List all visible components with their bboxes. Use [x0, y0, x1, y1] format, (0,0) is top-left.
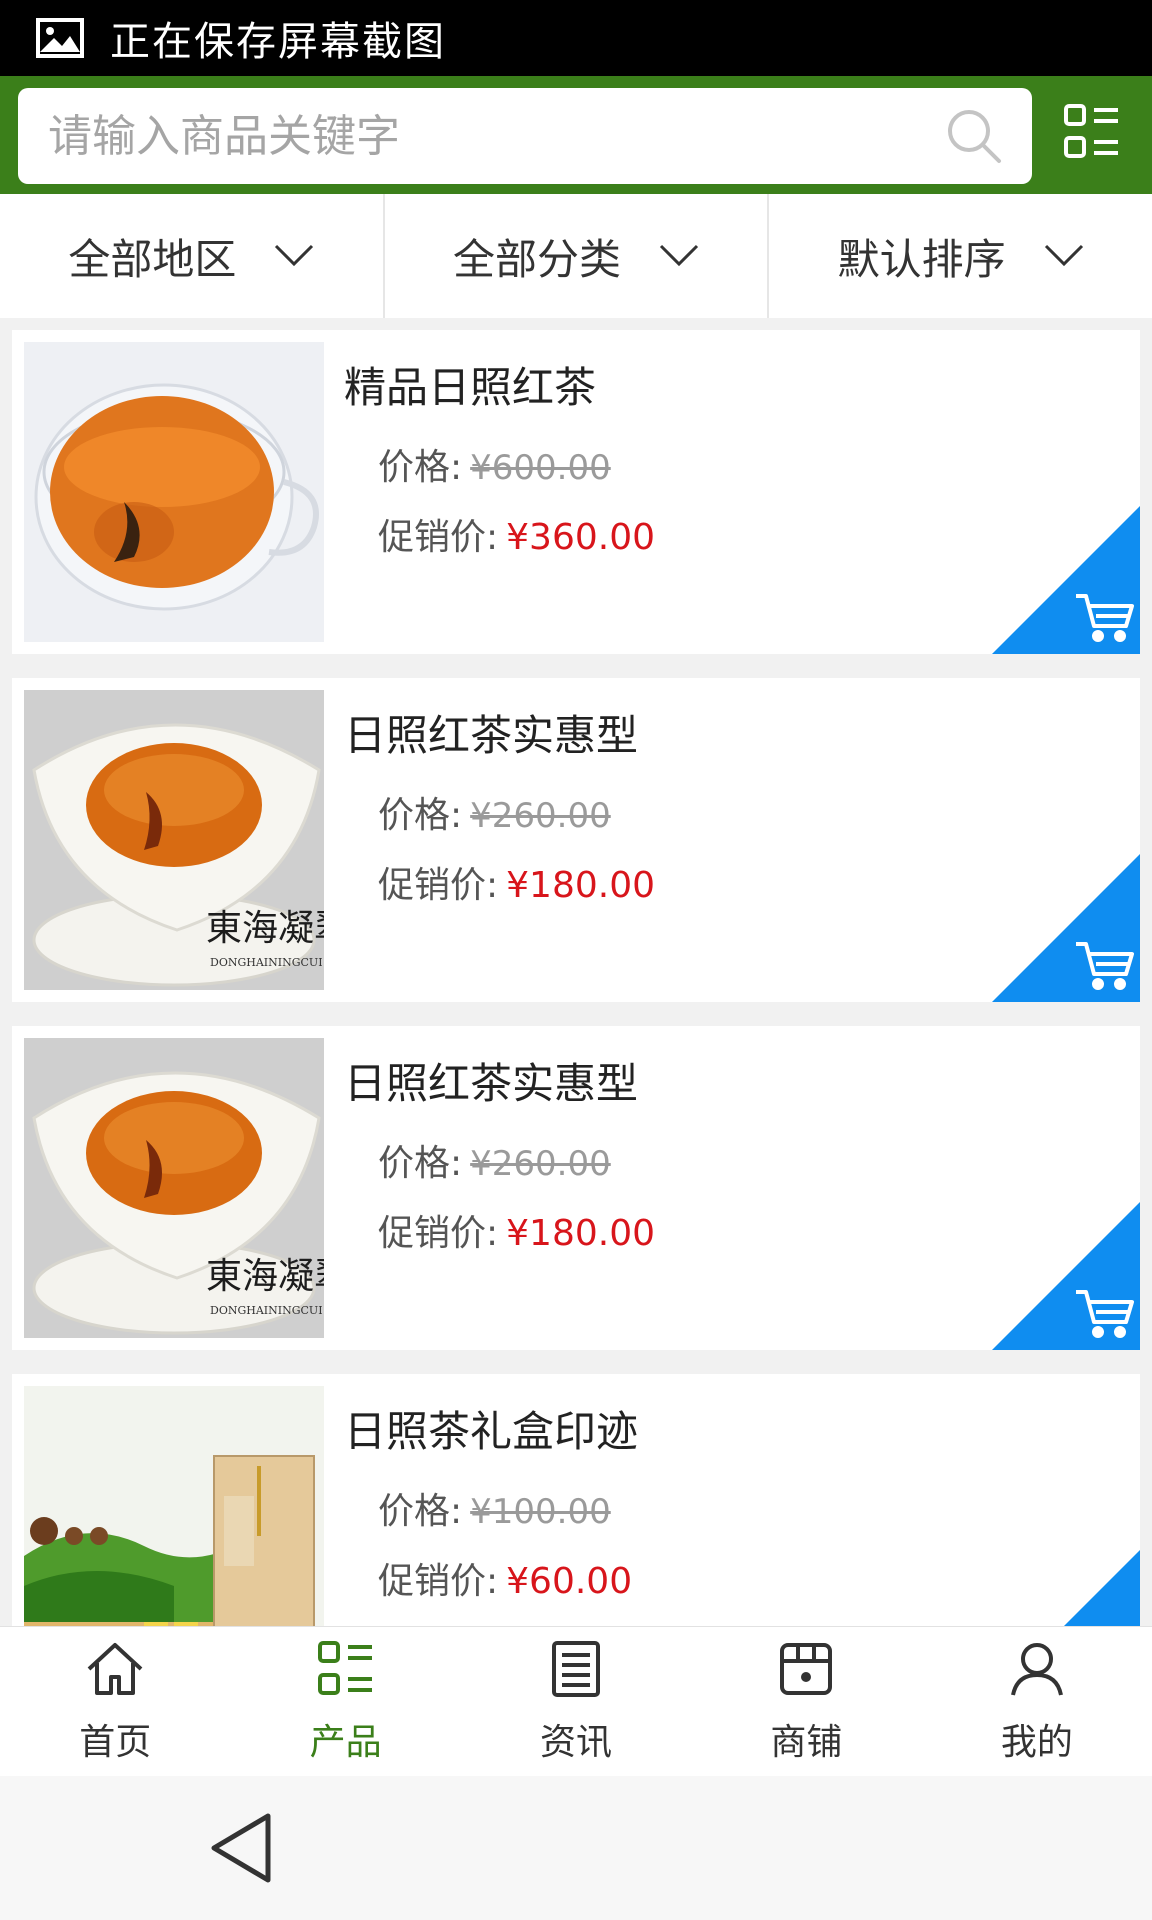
- product-card[interactable]: 日照茶礼盒印迹 价格: ¥100.00 促销价: ¥60.00: [12, 1374, 1140, 1626]
- promo-label: 促销价:: [378, 865, 499, 906]
- original-price: ¥260.00: [470, 796, 611, 836]
- product-title[interactable]: 日照红茶实惠型: [344, 702, 638, 763]
- tab-label: 产品: [309, 1721, 382, 1763]
- price-label: 价格:: [378, 1491, 463, 1532]
- product-title[interactable]: 日照茶礼盒印迹: [344, 1398, 638, 1459]
- add-to-cart-button[interactable]: [992, 1550, 1140, 1626]
- shop-icon: [780, 1642, 833, 1695]
- tab-home[interactable]: 首页: [0, 1627, 230, 1776]
- product-card[interactable]: 精品日照红茶 价格: ¥600.00 促销价: ¥360.00: [12, 330, 1140, 654]
- home-icon: [87, 1642, 143, 1695]
- promo-line: 促销价: ¥60.00: [378, 1552, 632, 1604]
- tab-news[interactable]: 资讯: [461, 1627, 691, 1776]
- price-label: 价格:: [378, 1143, 463, 1184]
- tab-products[interactable]: 产品: [230, 1627, 460, 1776]
- filter-bar: 全部地区 全部分类 默认排序: [0, 194, 1152, 318]
- news-icon: [552, 1640, 601, 1697]
- product-card[interactable]: 東海凝翠 DONGHAININGCUI 日照红茶实惠型 价格: ¥260.00 …: [12, 1026, 1140, 1350]
- product-image-gaiwan[interactable]: 東海凝翠 DONGHAININGCUI: [24, 1038, 324, 1338]
- product-card[interactable]: 東海凝翠 DONGHAININGCUI 日照红茶实惠型 价格: ¥260.00 …: [12, 678, 1140, 1002]
- chevron-down-icon: [659, 244, 699, 267]
- image-icon: [36, 18, 84, 58]
- grid-list-icon[interactable]: [1062, 102, 1122, 162]
- promo-label: 促销价:: [378, 1213, 499, 1254]
- search-icon[interactable]: [944, 106, 1004, 166]
- price-label: 价格:: [378, 447, 463, 488]
- filter-category[interactable]: 全部分类: [382, 194, 768, 318]
- search-input[interactable]: [48, 110, 928, 162]
- product-image-gaiwan[interactable]: 東海凝翠 DONGHAININGCUI: [24, 690, 324, 990]
- price-line: 价格: ¥100.00: [378, 1482, 611, 1534]
- tab-label: 我的: [1000, 1721, 1073, 1763]
- tab-me[interactable]: 我的: [922, 1627, 1152, 1776]
- chevron-down-icon: [1044, 244, 1083, 267]
- system-nav-bar: [0, 1776, 1152, 1920]
- product-list: 精品日照红茶 价格: ¥600.00 促销价: ¥360.00 東海凝 DONG…: [0, 318, 1152, 1626]
- filter-region[interactable]: 全部地区: [0, 194, 383, 318]
- tab-label: 首页: [79, 1721, 152, 1763]
- search-box[interactable]: [18, 88, 1032, 184]
- user-icon: [1010, 1642, 1063, 1695]
- brand-watermark: 東海凝翠: [206, 908, 324, 949]
- add-to-cart-button[interactable]: [992, 1202, 1140, 1350]
- brand-subtext: DONGHAININGCUI: [210, 956, 323, 969]
- filter-label: 默认排序: [837, 234, 1006, 284]
- product-image-gift-box[interactable]: [24, 1386, 324, 1626]
- tab-label: 资讯: [540, 1721, 613, 1763]
- brand-watermark: 東海凝翠: [206, 1256, 324, 1297]
- original-price: ¥100.00: [470, 1492, 611, 1532]
- promo-price: ¥180.00: [506, 865, 656, 906]
- original-price: ¥260.00: [470, 1144, 611, 1184]
- product-title[interactable]: 日照红茶实惠型: [344, 1050, 638, 1111]
- promo-line: 促销价: ¥180.00: [378, 856, 655, 908]
- add-to-cart-button[interactable]: [992, 854, 1140, 1002]
- product-image-glass-cup[interactable]: [24, 342, 324, 642]
- promo-price: ¥360.00: [506, 517, 656, 558]
- promo-label: 促销价:: [378, 1561, 499, 1602]
- status-bar: 正在保存屏幕截图: [0, 0, 1152, 76]
- status-text: 正在保存屏幕截图: [110, 19, 446, 65]
- filter-label: 全部分类: [453, 234, 622, 284]
- back-triangle-icon[interactable]: [206, 1810, 276, 1886]
- search-header: [0, 76, 1152, 194]
- tab-label: 商铺: [770, 1721, 843, 1763]
- bottom-tab-bar: 首页 产品 资讯 商铺 我的: [0, 1626, 1152, 1776]
- price-line: 价格: ¥600.00: [378, 438, 611, 490]
- tab-shops[interactable]: 商铺: [691, 1627, 921, 1776]
- original-price: ¥600.00: [470, 448, 611, 488]
- filter-sort[interactable]: 默认排序: [767, 194, 1152, 318]
- chevron-down-icon: [275, 244, 314, 267]
- filter-label: 全部地区: [68, 234, 237, 284]
- brand-subtext: DONGHAININGCUI: [210, 1304, 323, 1317]
- price-line: 价格: ¥260.00: [378, 1134, 611, 1186]
- promo-line: 促销价: ¥180.00: [378, 1204, 655, 1256]
- promo-label: 促销价:: [378, 517, 499, 558]
- promo-price: ¥180.00: [506, 1213, 656, 1254]
- price-line: 价格: ¥260.00: [378, 786, 611, 838]
- add-to-cart-button[interactable]: [992, 506, 1140, 654]
- price-label: 价格:: [378, 795, 463, 836]
- product-list-icon: [317, 1640, 372, 1695]
- promo-price: ¥60.00: [506, 1561, 633, 1602]
- promo-line: 促销价: ¥360.00: [378, 508, 655, 560]
- product-title[interactable]: 精品日照红茶: [344, 354, 596, 415]
